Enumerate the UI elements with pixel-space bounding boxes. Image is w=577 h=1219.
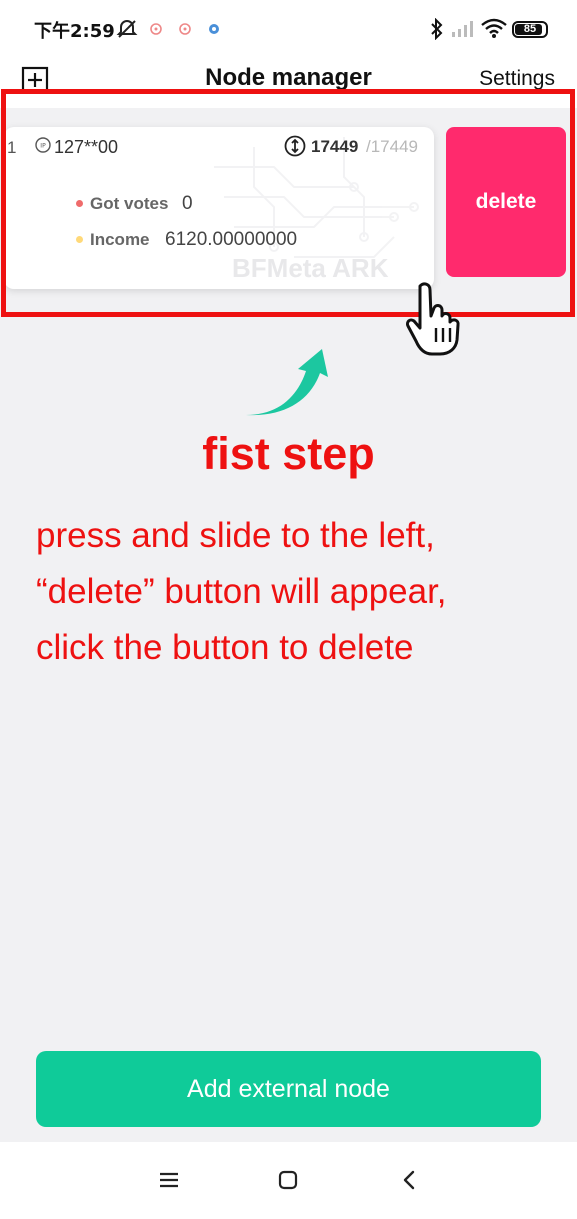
- app-notification-icon: [178, 22, 192, 41]
- settings-link[interactable]: Settings: [479, 67, 555, 91]
- battery-percent: 85: [523, 23, 537, 35]
- menu-icon[interactable]: [157, 1168, 181, 1192]
- status-time: 下午2:59: [34, 21, 115, 42]
- step-title: fist step: [202, 428, 375, 479]
- pointing-hand-icon: [398, 278, 478, 358]
- add-external-node-button[interactable]: Add external node: [36, 1051, 541, 1127]
- app-notification-icon: [149, 22, 163, 41]
- bluetooth-icon: [430, 17, 444, 45]
- system-nav-bar: [0, 1142, 577, 1219]
- step-instructions: press and slide to the left, “delete” bu…: [36, 508, 566, 676]
- step-line-3: click the button to delete: [36, 628, 414, 667]
- home-icon[interactable]: [276, 1168, 300, 1192]
- app-notification-icon: [207, 22, 221, 41]
- notifications-off-icon: [116, 18, 138, 45]
- step-line-2: “delete” button will appear,: [36, 572, 447, 611]
- step-line-1: press and slide to the left,: [36, 516, 435, 555]
- curved-arrow-icon: [240, 345, 340, 420]
- battery-indicator: 85: [512, 21, 548, 38]
- cell-signal-icon: [450, 20, 474, 43]
- status-bar: 下午2:59 85: [0, 0, 577, 56]
- back-icon[interactable]: [398, 1168, 422, 1192]
- annotation-highlight-box: [1, 89, 575, 317]
- wifi-icon: [480, 17, 508, 44]
